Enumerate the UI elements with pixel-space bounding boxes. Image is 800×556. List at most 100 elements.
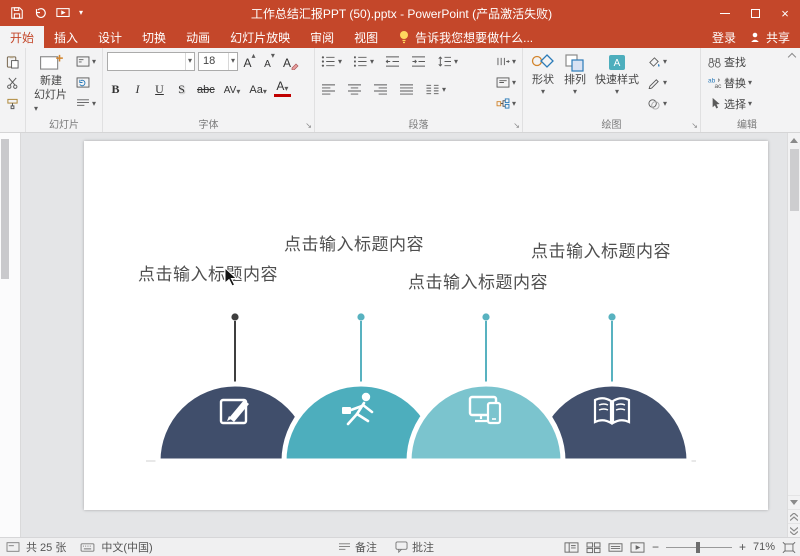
undo-icon[interactable]	[33, 6, 47, 20]
scroll-down-button[interactable]	[788, 495, 800, 509]
font-size-combobox[interactable]: 18▾	[198, 52, 238, 71]
scroll-up-button[interactable]	[788, 133, 800, 147]
quick-styles-icon: A	[605, 52, 629, 74]
caption-placeholder-1[interactable]: 点击输入标题内容	[138, 260, 278, 285]
align-text-button[interactable]: ▾	[494, 72, 518, 93]
qat-customize-icon[interactable]: ▾	[79, 9, 83, 17]
previous-slide-button[interactable]	[788, 509, 800, 523]
select-button[interactable]: 选择▾	[705, 93, 754, 114]
slide[interactable]: 点击输入标题内容 点击输入标题内容 点击输入标题内容 点击输入标题内容	[84, 141, 768, 510]
language-indicator[interactable]: 中文(中国)	[101, 539, 152, 555]
increase-indent-button[interactable]	[409, 51, 428, 72]
tab-review[interactable]: 审阅	[300, 26, 344, 48]
decrease-indent-button[interactable]	[383, 51, 402, 72]
caption-placeholder-2[interactable]: 点击输入标题内容	[284, 230, 424, 255]
slide-number-icon	[6, 541, 20, 553]
thumbnail-pane[interactable]	[0, 133, 21, 537]
align-left-button[interactable]	[319, 79, 338, 100]
font-dialog-launcher-icon[interactable]: ↘	[305, 122, 312, 130]
share-button[interactable]: 共享	[750, 29, 790, 46]
normal-view-icon[interactable]	[564, 541, 579, 554]
tab-home[interactable]: 开始	[0, 26, 44, 48]
find-button[interactable]: 查找	[705, 51, 754, 72]
align-center-button[interactable]	[345, 79, 364, 100]
tab-insert[interactable]: 插入	[44, 26, 88, 48]
clear-formatting-button[interactable]: A	[281, 51, 301, 71]
arrange-button[interactable]: 排列 ▾	[559, 51, 591, 117]
tab-transitions[interactable]: 切换	[132, 26, 176, 48]
paragraph-dialog-launcher-icon[interactable]: ↘	[513, 122, 520, 130]
justify-button[interactable]	[397, 79, 416, 100]
comments-button[interactable]: 批注	[395, 539, 434, 555]
text-direction-button[interactable]: ▾	[494, 51, 518, 72]
notes-button[interactable]: 备注	[338, 539, 377, 555]
caption-placeholder-3[interactable]: 点击输入标题内容	[408, 268, 548, 293]
underline-button[interactable]: U	[151, 77, 168, 97]
section-button[interactable]: ▾	[74, 93, 98, 114]
format-painter-button[interactable]	[4, 93, 21, 114]
columns-button[interactable]: ▾	[423, 79, 448, 100]
numbering-icon	[353, 55, 368, 68]
character-spacing-button[interactable]: AV▾	[222, 77, 243, 97]
sign-in-button[interactable]: 登录	[712, 29, 736, 46]
save-icon[interactable]	[10, 6, 24, 20]
reset-button[interactable]	[74, 72, 98, 93]
tab-design[interactable]: 设计	[88, 26, 132, 48]
tab-view[interactable]: 视图	[344, 26, 388, 48]
paste-icon	[6, 55, 19, 69]
minimize-button[interactable]	[710, 0, 740, 26]
align-right-button[interactable]	[371, 79, 390, 100]
align-text-icon	[496, 77, 510, 88]
reading-view-icon[interactable]	[608, 541, 623, 554]
bold-button[interactable]: B	[107, 77, 124, 97]
powerpoint-window: ▾ 工作总结汇报PPT (50).pptx - PowerPoint (产品激活…	[0, 0, 800, 556]
close-button[interactable]: ×	[770, 0, 800, 26]
shrink-font-button[interactable]: A▾	[261, 51, 278, 71]
zoom-out-button[interactable]: −	[652, 540, 659, 554]
slide-sorter-view-icon[interactable]	[586, 541, 601, 554]
zoom-in-button[interactable]: +	[739, 540, 746, 554]
line-spacing-button[interactable]: ▾	[435, 51, 460, 72]
text-shadow-button[interactable]: S	[173, 77, 190, 97]
zoom-level[interactable]: 71%	[753, 541, 775, 553]
zoom-slider[interactable]	[666, 547, 732, 548]
zoom-slider-thumb[interactable]	[696, 542, 700, 553]
caption-placeholder-4[interactable]: 点击输入标题内容	[531, 237, 671, 262]
slideshow-view-icon[interactable]	[630, 541, 645, 554]
change-case-button[interactable]: Aa▾	[247, 77, 268, 97]
next-slide-button[interactable]	[788, 523, 800, 537]
shape-effects-button[interactable]: ▾	[645, 93, 669, 114]
tab-animations[interactable]: 动画	[176, 26, 220, 48]
new-slide-button[interactable]: 新建 幻灯片 ▾	[30, 51, 72, 117]
fit-slide-icon[interactable]	[782, 541, 796, 554]
slide-count[interactable]: 共 25 张	[26, 539, 66, 555]
dome-3[interactable]	[409, 384, 563, 461]
strikethrough-button[interactable]: abc	[195, 77, 217, 97]
account-area: 登录 共享	[712, 26, 800, 48]
font-color-button[interactable]: A▾	[274, 77, 291, 97]
replace-button[interactable]: abac替换▾	[705, 72, 754, 93]
maximize-button[interactable]	[740, 0, 770, 26]
layout-button[interactable]: ▾	[74, 51, 98, 72]
editing-group-label: 编辑	[701, 116, 793, 131]
bullets-button[interactable]: ▾	[319, 51, 344, 72]
thumbnail-scrollbar-thumb[interactable]	[1, 139, 9, 279]
start-slideshow-icon[interactable]	[56, 6, 70, 20]
grow-font-button[interactable]: A▴	[241, 51, 258, 71]
paste-button[interactable]	[4, 51, 21, 72]
tab-slideshow[interactable]: 幻灯片放映	[220, 26, 300, 48]
shapes-button[interactable]: 形状 ▾	[527, 51, 559, 117]
scrollbar-thumb[interactable]	[790, 149, 799, 211]
quick-styles-button[interactable]: A 快速样式 ▾	[591, 51, 643, 117]
connector-dot-4	[608, 313, 615, 320]
vertical-scrollbar[interactable]	[787, 133, 800, 537]
shape-fill-button[interactable]: ▾	[645, 51, 669, 72]
shape-outline-button[interactable]: ▾	[645, 72, 669, 93]
numbering-button[interactable]: ▾	[351, 51, 376, 72]
tell-me-box[interactable]: 告诉我您想要做什么...	[388, 26, 543, 48]
cut-button[interactable]	[4, 72, 21, 93]
smartart-button[interactable]: ▾	[494, 93, 518, 114]
italic-button[interactable]: I	[129, 77, 146, 97]
font-name-combobox[interactable]: ▾	[107, 52, 195, 71]
drawing-dialog-launcher-icon[interactable]: ↘	[691, 122, 698, 130]
